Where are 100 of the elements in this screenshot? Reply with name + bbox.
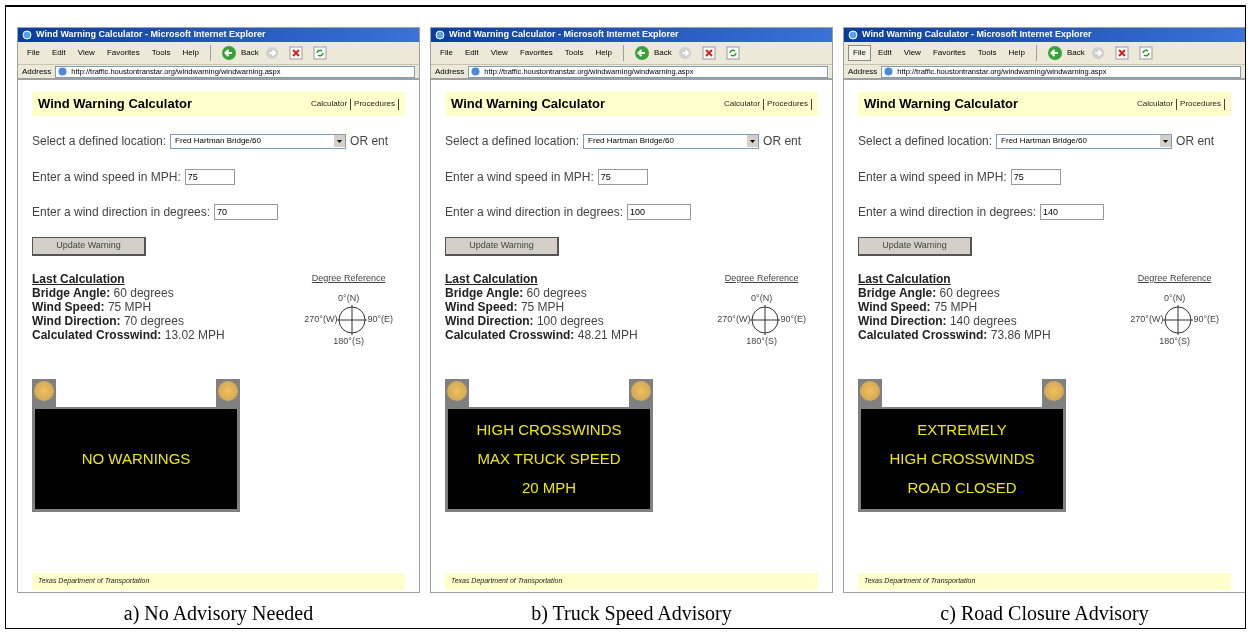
- menu-item[interactable]: View: [72, 45, 100, 61]
- menu-item[interactable]: File: [848, 45, 871, 61]
- sign-message: NO WARNINGS: [81, 450, 191, 467]
- update-warning-button[interactable]: Update Warning: [858, 237, 972, 256]
- window-title: Wind Warning Calculator - Microsoft Internet Explorer: [449, 28, 679, 42]
- back-button[interactable]: Back: [1042, 45, 1089, 61]
- beacon-light-icon: [447, 380, 467, 401]
- east-label: 90°(E): [780, 313, 806, 327]
- menu-item[interactable]: View: [898, 45, 926, 61]
- beacon-light-icon: [631, 380, 651, 401]
- refresh-icon[interactable]: [725, 46, 740, 60]
- location-dropdown[interactable]: Fred Hartman Bridge/60: [170, 133, 347, 149]
- result-line: Wind Speed: 75 MPH: [858, 300, 979, 314]
- page-heading: Wind Warning Calculator: [864, 95, 1018, 114]
- menu-item[interactable]: Tools: [972, 45, 1002, 61]
- or-text: OR ent: [763, 133, 802, 150]
- stop-icon[interactable]: [1114, 46, 1129, 60]
- speed-input[interactable]: 75: [1010, 169, 1061, 185]
- figure-caption: b) Truck Speed Advisory: [530, 601, 733, 627]
- location-label: Select a defined location:: [858, 133, 993, 150]
- west-label: 270°(W): [1130, 313, 1164, 327]
- menu-item[interactable]: Edit: [459, 45, 484, 61]
- sign-message: MAX TRUCK SPEED: [477, 450, 621, 467]
- nav-link[interactable]: Calculator: [311, 98, 348, 110]
- direction-input[interactable]: 70: [214, 204, 279, 220]
- back-button[interactable]: Back: [216, 45, 263, 61]
- nav-link[interactable]: Procedures: [354, 98, 395, 110]
- nav-link[interactable]: Procedures: [767, 98, 808, 110]
- address-label: Address: [848, 65, 878, 78]
- beacon-light-icon: [1044, 380, 1064, 401]
- direction-input[interactable]: 140: [1040, 204, 1105, 220]
- menu-item[interactable]: Favorites: [514, 45, 558, 61]
- window-title: Wind Warning Calculator - Microsoft Internet Explorer: [862, 28, 1092, 42]
- result-line: Wind Direction: 140 degrees: [858, 314, 1018, 328]
- stop-icon[interactable]: [288, 46, 303, 60]
- sign-message: HIGH CROSSWINDS: [889, 450, 1035, 467]
- browser-logo-icon: [435, 30, 445, 40]
- result-line: Wind Speed: 75 MPH: [32, 300, 153, 314]
- refresh-icon[interactable]: [1138, 46, 1153, 60]
- sign-message: 20 MPH: [521, 479, 577, 496]
- degree-reference-title: Degree Reference: [311, 272, 386, 285]
- location-dropdown[interactable]: Fred Hartman Bridge/60: [583, 133, 760, 149]
- result-line: Calculated Crosswind: 73.86 MPH: [858, 328, 1051, 342]
- menu-item[interactable]: Favorites: [101, 45, 145, 61]
- compass-crosshair-icon: [750, 305, 781, 335]
- menu-item[interactable]: Tools: [559, 45, 589, 61]
- result-line: Bridge Angle: 60 degrees: [445, 286, 588, 300]
- direction-label: Enter a wind direction in degrees:: [32, 204, 211, 221]
- beacon-light-icon: [860, 380, 880, 401]
- stop-icon[interactable]: [701, 46, 716, 60]
- menu-item[interactable]: File: [435, 45, 458, 61]
- menu-item[interactable]: Tools: [146, 45, 176, 61]
- or-text: OR ent: [350, 133, 389, 150]
- west-label: 270°(W): [717, 313, 751, 327]
- location-dropdown[interactable]: Fred Hartman Bridge/60: [996, 133, 1173, 149]
- direction-label: Enter a wind direction in degrees:: [445, 204, 624, 221]
- update-warning-button[interactable]: Update Warning: [32, 237, 146, 256]
- north-label: 0°(N): [1164, 291, 1186, 305]
- speed-input[interactable]: 75: [597, 169, 648, 185]
- menu-item[interactable]: Favorites: [927, 45, 971, 61]
- sign-message: HIGH CROSSWINDS: [476, 421, 622, 438]
- update-warning-button[interactable]: Update Warning: [445, 237, 559, 256]
- sign-message: EXTREMELY: [917, 421, 1007, 438]
- nav-link[interactable]: Calculator: [724, 98, 761, 110]
- nav-link[interactable]: Calculator: [1137, 98, 1174, 110]
- menu-item[interactable]: Edit: [46, 45, 71, 61]
- page-heading: Wind Warning Calculator: [38, 95, 192, 114]
- sign-message: ROAD CLOSED: [907, 479, 1017, 496]
- address-label: Address: [435, 65, 465, 78]
- degree-reference-title: Degree Reference: [724, 272, 799, 285]
- speed-label: Enter a wind speed in MPH:: [858, 169, 1007, 186]
- beacon-light-icon: [218, 380, 238, 401]
- refresh-icon[interactable]: [312, 46, 327, 60]
- menu-item[interactable]: Help: [1003, 45, 1030, 61]
- browser-logo-icon: [22, 30, 32, 40]
- last-calculation-heading: Last Calculation: [858, 272, 952, 286]
- menu-item[interactable]: File: [22, 45, 45, 61]
- page-heading: Wind Warning Calculator: [451, 95, 605, 114]
- speed-label: Enter a wind speed in MPH:: [32, 169, 181, 186]
- result-line: Calculated Crosswind: 48.21 MPH: [445, 328, 638, 342]
- back-button[interactable]: Back: [629, 45, 676, 61]
- menu-item[interactable]: Edit: [872, 45, 897, 61]
- location-label: Select a defined location:: [32, 133, 167, 150]
- page-icon: [471, 67, 481, 76]
- result-line: Bridge Angle: 60 degrees: [32, 286, 175, 300]
- south-label: 180°(S): [333, 335, 364, 348]
- menu-item[interactable]: Help: [590, 45, 617, 61]
- west-label: 270°(W): [304, 313, 338, 327]
- result-line: Wind Direction: 100 degrees: [445, 314, 605, 328]
- nav-link[interactable]: Procedures: [1180, 98, 1221, 110]
- direction-label: Enter a wind direction in degrees:: [858, 204, 1037, 221]
- page-icon: [884, 67, 894, 76]
- menu-item[interactable]: View: [485, 45, 513, 61]
- degree-reference-title: Degree Reference: [1137, 272, 1212, 285]
- result-line: Bridge Angle: 60 degrees: [858, 286, 1001, 300]
- south-label: 180°(S): [746, 335, 777, 348]
- direction-input[interactable]: 100: [627, 204, 692, 220]
- menu-item[interactable]: Help: [177, 45, 204, 61]
- compass-crosshair-icon: [1163, 305, 1194, 335]
- speed-input[interactable]: 75: [184, 169, 235, 185]
